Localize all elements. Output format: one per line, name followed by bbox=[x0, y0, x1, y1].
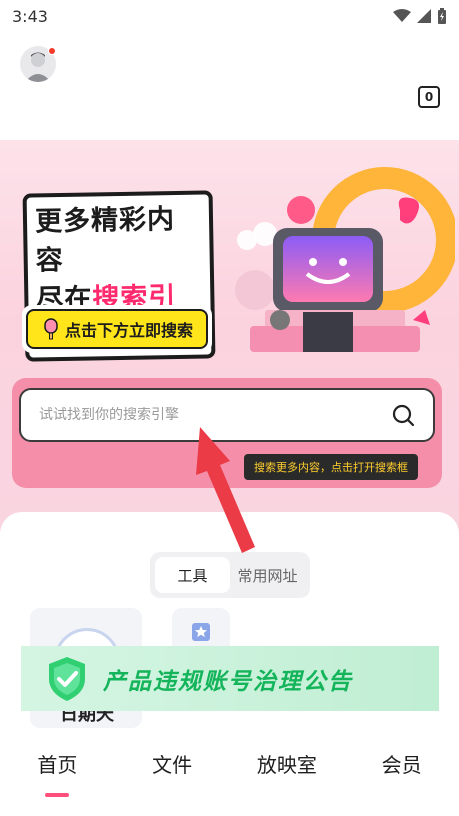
shield-icon bbox=[49, 656, 85, 701]
tab-count: 0 bbox=[424, 90, 434, 104]
search-input[interactable] bbox=[39, 407, 391, 423]
bottom-nav: 首页 文件 放映室 会员 bbox=[0, 735, 459, 816]
notification-dot bbox=[48, 47, 56, 55]
nav-theater-label: 放映室 bbox=[256, 753, 317, 777]
search-tooltip: 搜索更多内容，点击打开搜索框 bbox=[244, 454, 418, 480]
nav-files-label: 文件 bbox=[152, 753, 193, 777]
notice-text: 产品违规账号治理公告 bbox=[103, 668, 353, 695]
nav-vip-label: 会员 bbox=[381, 753, 422, 777]
active-indicator bbox=[45, 793, 70, 797]
nav-vip[interactable]: 会员 bbox=[362, 749, 442, 778]
tab-common-sites[interactable]: 常用网址 bbox=[230, 557, 305, 593]
wifi-icon bbox=[393, 9, 411, 22]
status-bar: 3:43 bbox=[0, 0, 459, 32]
nav-theater[interactable]: 放映室 bbox=[247, 749, 327, 778]
header bbox=[0, 32, 459, 140]
search-now-label: 点击下方立即搜索 bbox=[64, 321, 193, 340]
tv-mascot-illustration bbox=[235, 167, 455, 352]
status-time: 3:43 bbox=[12, 6, 48, 26]
signal-icon bbox=[417, 9, 431, 23]
tab-tools[interactable]: 工具 bbox=[155, 557, 230, 593]
notice-banner[interactable]: 产品违规账号治理公告 bbox=[21, 646, 439, 711]
search-icon[interactable] bbox=[391, 403, 415, 427]
popsicle-icon bbox=[44, 318, 58, 340]
battery-icon bbox=[438, 8, 446, 24]
tab-count-button[interactable]: 0 bbox=[418, 86, 440, 108]
search-now-button[interactable]: 点击下方立即搜索 bbox=[22, 305, 212, 353]
nav-home-label: 首页 bbox=[37, 753, 78, 777]
red-arrow-pointer bbox=[196, 427, 255, 553]
nav-home[interactable]: 首页 bbox=[17, 749, 97, 797]
status-icons bbox=[393, 8, 447, 24]
nav-files[interactable]: 文件 bbox=[132, 749, 212, 778]
star-icon bbox=[192, 623, 210, 641]
search-now-inner: 点击下方立即搜索 bbox=[26, 309, 208, 349]
banner-line1: 更多精彩内容 bbox=[34, 204, 176, 277]
tab-switch: 工具 常用网址 bbox=[150, 552, 310, 598]
